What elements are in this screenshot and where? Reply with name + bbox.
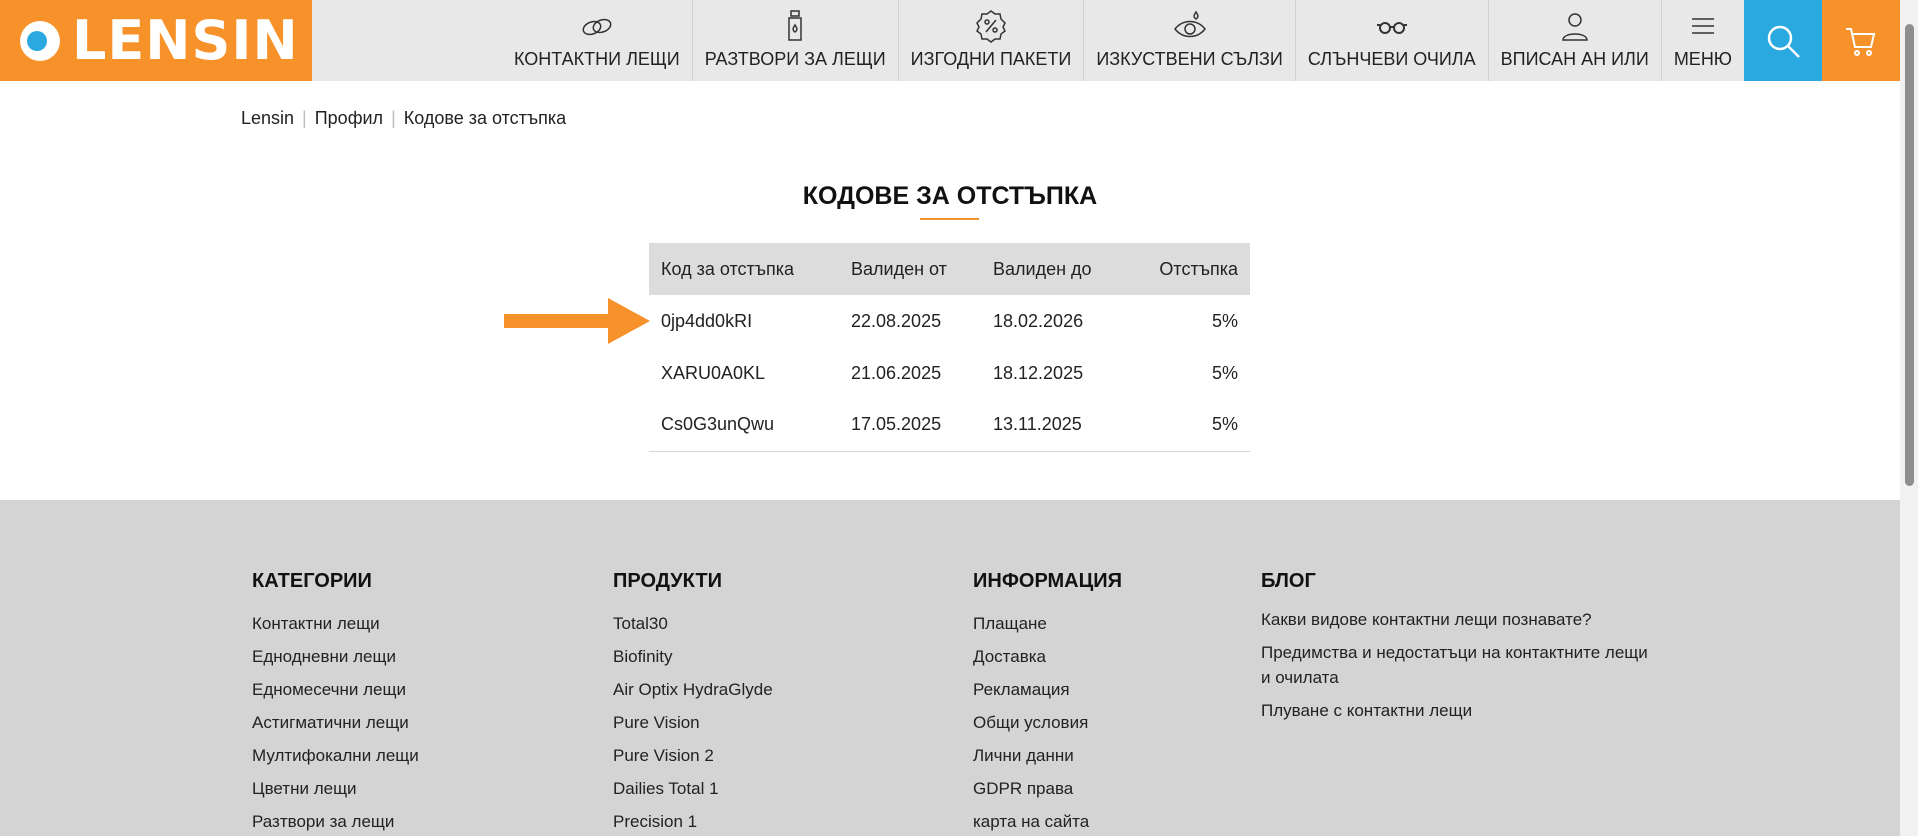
footer-link[interactable]: Pure Vision 2 — [613, 739, 773, 772]
footer-link[interactable]: GDPR права — [973, 772, 1122, 805]
title-underline — [920, 218, 979, 220]
header-valid-from: Валиден от — [839, 243, 981, 295]
footer-link[interactable]: Мултифокални лещи — [252, 739, 419, 772]
valid-to: 13.11.2025 — [981, 399, 1123, 452]
footer-link[interactable]: Precision 1 — [613, 805, 773, 836]
sunglasses-icon — [1376, 22, 1407, 34]
footer-information: ИНФОРМАЦИЯ Плащане Доставка Рекламация О… — [973, 570, 1122, 836]
nav-label: КОНТАКТНИ ЛЕЩИ — [513, 49, 680, 69]
footer-link[interactable]: Доставка — [973, 640, 1122, 673]
nav-menu[interactable]: МЕНЮ — [1660, 0, 1744, 81]
footer-link[interactable]: Разтвори за лещи — [252, 805, 419, 836]
footer-blog: БЛОГ Какви видове контактни лещи познава… — [1261, 570, 1661, 731]
nav-label: ИЗКУСТВЕНИ СЪЛЗИ — [1096, 49, 1283, 69]
footer-link[interactable]: карта на сайта — [973, 805, 1122, 836]
footer-link[interactable]: Еднодневни лещи — [252, 640, 419, 673]
nav-bundles[interactable]: ИЗГОДНИ ПАКЕТИ — [897, 0, 1084, 81]
breadcrumb-home[interactable]: Lensin — [241, 108, 294, 129]
site-header: LENSIN КОНТАКТНИ ЛЕЩИ РАЗТВОРИ ЗА ЛЕЩИ И… — [0, 0, 1900, 81]
logo[interactable]: LENSIN — [0, 0, 312, 81]
valid-from: 21.06.2025 — [851, 362, 942, 383]
footer-link[interactable]: Плащане — [973, 607, 1122, 640]
nav-label: МЕНЮ — [1673, 49, 1732, 69]
footer-heading: ПРОДУКТИ — [613, 570, 722, 592]
discount-code: 0jp4dd0kRI — [661, 310, 753, 331]
footer-link[interactable]: Предимства и недостатъци на контактните … — [1261, 640, 1661, 690]
search-icon — [1767, 25, 1800, 58]
cart-button[interactable] — [1822, 0, 1900, 81]
hamburger-icon — [1691, 18, 1714, 34]
site-footer: КАТЕГОРИИ Контактни лещи Еднодневни лещи… — [0, 500, 1900, 836]
valid-from: 22.08.2025 — [851, 310, 942, 331]
logo-text: LENSIN — [72, 9, 299, 72]
breadcrumb-current: Кодове за отстъпка — [403, 108, 567, 128]
footer-link[interactable]: Biofinity — [613, 640, 773, 673]
table-row: XARU0A0KL 21.06.2025 18.12.2025 5% — [649, 347, 1250, 399]
scrollbar-thumb[interactable] — [1905, 24, 1914, 486]
main-nav: КОНТАКТНИ ЛЕЩИ РАЗТВОРИ ЗА ЛЕЩИ ИЗГОДНИ … — [502, 0, 1744, 81]
footer-link[interactable]: Контактни лещи — [252, 607, 419, 640]
page-title: КОДОВЕ ЗА ОТСТЪПКА — [802, 182, 1098, 210]
table-row: Cs0G3unQwu 17.05.2025 13.11.2025 5% — [649, 399, 1250, 452]
footer-link[interactable]: Total30 — [613, 607, 773, 640]
nav-account[interactable]: ВПИСАН АН ИЛИ — [1487, 0, 1661, 81]
header-valid-to: Валиден до — [981, 243, 1123, 295]
contact-lenses-icon — [582, 18, 612, 36]
footer-link[interactable]: Общи условия — [973, 706, 1122, 739]
solution-bottle-icon — [788, 10, 802, 41]
search-button[interactable] — [1744, 0, 1822, 81]
nav-sunglasses[interactable]: СЛЪНЧЕВИ ОЧИЛА — [1294, 0, 1488, 81]
nav-label: ИЗГОДНИ ПАКЕТИ — [910, 49, 1072, 69]
cart-icon — [1846, 27, 1876, 56]
nav-solutions[interactable]: РАЗТВОРИ ЗА ЛЕЩИ — [691, 0, 898, 81]
footer-heading: ИНФОРМАЦИЯ — [973, 570, 1122, 592]
discount-value: 5% — [1211, 362, 1238, 383]
footer-products: ПРОДУКТИ Total30 Biofinity Air Optix Hyd… — [613, 570, 773, 836]
footer-link[interactable]: Air Optix HydraGlyde — [613, 673, 773, 706]
nav-label: РАЗТВОРИ ЗА ЛЕЩИ — [704, 49, 886, 69]
valid-to: 18.12.2025 — [993, 362, 1084, 383]
header-code: Код за отстъпка — [649, 243, 839, 295]
valid-from: 17.05.2025 — [839, 399, 981, 452]
arrow-pointer-icon — [504, 298, 650, 344]
footer-link[interactable]: Pure Vision — [613, 706, 773, 739]
breadcrumb-separator: | — [302, 108, 307, 128]
discount-codes-table: Код за отстъпка Валиден от Валиден до От… — [649, 243, 1250, 452]
nav-label: СЛЪНЧЕВИ ОЧИЛА — [1307, 49, 1476, 69]
valid-to: 18.02.2026 — [993, 310, 1084, 331]
discount-value: 5% — [1211, 310, 1238, 331]
footer-link[interactable]: Плуване с контактни лещи — [1261, 698, 1661, 723]
breadcrumb-separator: | — [391, 108, 396, 128]
table-header-row: Код за отстъпка Валиден от Валиден до От… — [649, 243, 1250, 295]
footer-heading: КАТЕГОРИИ — [252, 570, 372, 592]
nav-label: ВПИСАН АН ИЛИ — [1500, 49, 1649, 69]
discount-code: XARU0A0KL — [661, 362, 766, 383]
footer-link[interactable]: Рекламация — [973, 673, 1122, 706]
nav-artificial-tears[interactable]: ИЗКУСТВЕНИ СЪЛЗИ — [1083, 0, 1295, 81]
footer-link[interactable]: Астигматични лещи — [252, 706, 419, 739]
eye-drop-icon — [1173, 10, 1206, 38]
footer-link[interactable]: Лични данни — [973, 739, 1122, 772]
footer-link[interactable]: Dailies Total 1 — [613, 772, 773, 805]
page-scrollbar[interactable] — [1900, 0, 1918, 836]
footer-categories: КАТЕГОРИИ Контактни лещи Еднодневни лещи… — [252, 570, 419, 836]
breadcrumb-profile[interactable]: Профил — [315, 108, 383, 129]
footer-link[interactable]: Цветни лещи — [252, 772, 419, 805]
discount-badge-icon — [976, 10, 1006, 43]
footer-heading: БЛОГ — [1261, 570, 1316, 592]
logo-eye-icon — [20, 20, 60, 61]
discount-code: Cs0G3unQwu — [649, 399, 839, 452]
header-discount: Отстъпка — [1123, 243, 1250, 295]
footer-link[interactable]: Какви видове контактни лещи познавате? — [1261, 607, 1661, 632]
footer-link[interactable]: Едномесечни лещи — [252, 673, 419, 706]
discount-value: 5% — [1123, 399, 1250, 452]
user-icon — [1561, 13, 1588, 41]
table-row: 0jp4dd0kRI 22.08.2025 18.02.2026 5% — [649, 295, 1250, 347]
breadcrumb: Lensin | Профил | Кодове за отстъпка — [241, 108, 566, 129]
nav-contact-lenses[interactable]: КОНТАКТНИ ЛЕЩИ — [502, 0, 692, 81]
